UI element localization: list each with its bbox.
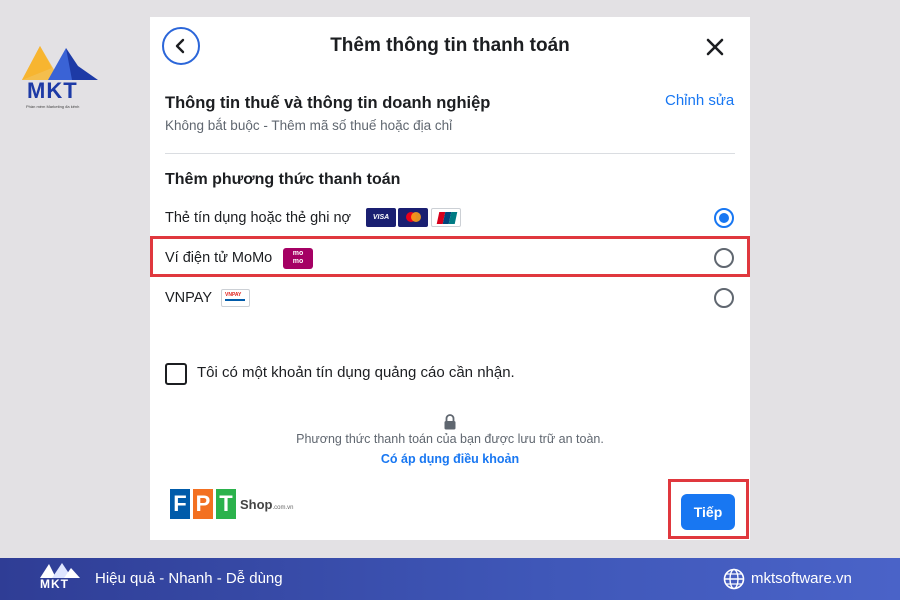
fpt-shop-text: Shop.com.vn <box>240 497 294 512</box>
payment-method-heading: Thêm phương thức thanh toán <box>165 171 401 188</box>
close-icon <box>706 38 724 56</box>
ad-credit-label: Tôi có một khoản tín dụng quảng cáo cần … <box>197 364 515 381</box>
footer-mountains-icon <box>40 563 80 578</box>
fpt-shop-domain: .com.vn <box>272 505 294 511</box>
globe-icon <box>723 568 745 590</box>
fpt-letter-t: T <box>216 489 236 519</box>
mkt-logo-text: MKT <box>27 78 78 103</box>
vnpay-logo-icon: VNPAY <box>221 289 250 307</box>
payment-option-card[interactable]: Thẻ tín dụng hoặc thẻ ghi nợ VISA <box>150 202 750 236</box>
fpt-shop-logo: F P T Shop.com.vn <box>170 487 310 521</box>
footer-logo-text: MKT <box>40 577 69 591</box>
radio-card[interactable] <box>714 208 734 228</box>
mkt-mountains-icon <box>22 46 98 80</box>
mkt-logo-tagline: Phần mềm Marketing đa kênh <box>26 104 80 109</box>
momo-logo-icon: mo mo <box>283 248 313 269</box>
footer-slogan: Hiệu quả - Nhanh - Dễ dùng <box>95 570 283 587</box>
edit-tax-link[interactable]: Chỉnh sửa <box>665 92 734 109</box>
fpt-shop-word: Shop <box>240 497 273 512</box>
payment-option-label: Thẻ tín dụng hoặc thẻ ghi nợ <box>165 210 352 226</box>
mastercard-icon <box>398 208 428 227</box>
tax-info-subtitle: Không bắt buộc - Thêm mã số thuế hoặc đị… <box>165 118 453 133</box>
dialog-title: Thêm thông tin thanh toán <box>330 35 570 56</box>
payment-option-momo[interactable]: Ví điện tử MoMo mo mo <box>150 242 750 276</box>
terms-link[interactable]: Có áp dụng điều khoản <box>150 452 750 466</box>
payment-option-vnpay[interactable]: VNPAY VNPAY <box>150 282 750 316</box>
secure-storage-text: Phương thức thanh toán của bạn được lưu … <box>296 432 604 446</box>
unionpay-icon <box>431 208 461 227</box>
visa-icon: VISA <box>366 208 396 227</box>
payment-dialog: Thêm thông tin thanh toán Thông tin thuế… <box>150 17 750 540</box>
next-button[interactable]: Tiếp <box>681 494 735 530</box>
divider <box>165 153 735 154</box>
fpt-letter-f: F <box>170 489 190 519</box>
tax-info-title: Thông tin thuế và thông tin doanh nghiệp <box>165 94 491 112</box>
payment-option-label: VNPAY <box>165 290 213 306</box>
footer-logo: MKT <box>40 562 80 596</box>
ad-credit-checkbox[interactable] <box>165 363 187 385</box>
footer-website[interactable]: mktsoftware.vn <box>751 570 852 587</box>
footer-bar: MKT Hiệu quả - Nhanh - Dễ dùng mktsoftwa… <box>0 558 900 600</box>
payment-option-label: Ví điện tử MoMo <box>165 250 273 266</box>
close-button[interactable] <box>703 35 727 59</box>
radio-vnpay[interactable] <box>714 288 734 308</box>
lock-icon <box>444 414 456 430</box>
fpt-letter-p: P <box>193 489 213 519</box>
radio-momo[interactable] <box>714 248 734 268</box>
mkt-logo: MKT Phần mềm Marketing đa kênh <box>22 42 102 114</box>
